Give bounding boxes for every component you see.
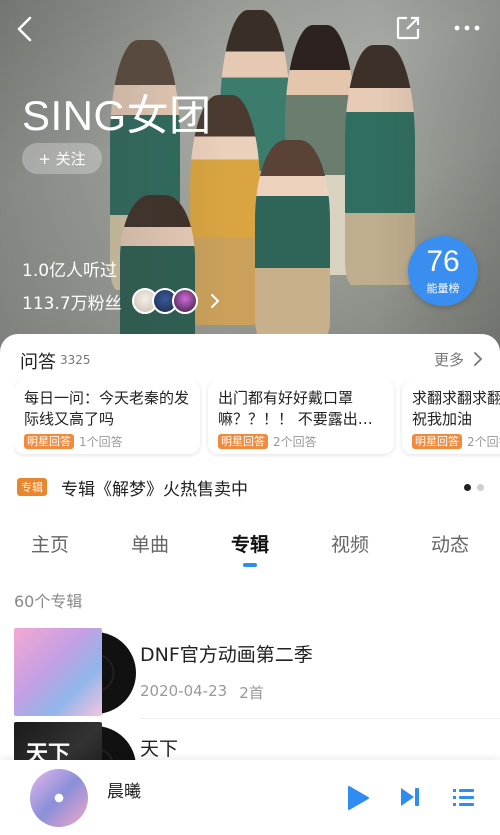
answer-count: 2个回答 (273, 435, 317, 449)
listener-count: 1.0亿人听过 (22, 261, 118, 281)
album-date: 2020-04-23 (140, 682, 228, 700)
star-answer-badge: 明星回答 (412, 434, 462, 449)
follow-button[interactable]: + 关注 (22, 143, 102, 174)
chevron-right-icon[interactable] (472, 351, 484, 367)
answer-count: 2个回答 (467, 435, 500, 449)
play-icon[interactable] (345, 784, 371, 812)
star-answer-badge: 明星回答 (24, 434, 74, 449)
rank-label: 能量榜 (426, 282, 460, 295)
qa-question: 每日一问：今天老秦的发际线又高了吗 (24, 389, 190, 428)
promo-tag: 专辑 (17, 478, 47, 496)
avatar (171, 288, 198, 314)
carousel-dot-active (464, 484, 471, 491)
qa-card[interactable]: 出门都有好好戴口罩嘛？？！！ 不要露出… 明星回答 2个回答 (208, 380, 394, 454)
qa-question: 出门都有好好戴口罩嘛？？！！ 不要露出… (218, 389, 373, 428)
album-cover (14, 628, 136, 716)
artist-tabs: 主页 单曲 专辑 视频 动态 (0, 518, 500, 574)
mini-player[interactable]: 晨曦 (0, 760, 500, 835)
active-tab-indicator (243, 563, 257, 567)
carousel-dot (477, 484, 484, 491)
qa-card[interactable]: 求翻求翻求翻求翻试了，祝我加油 明星回答 2个回答 (402, 380, 500, 454)
playlist-icon[interactable] (452, 785, 476, 809)
album-count: 60个专辑 (14, 592, 83, 611)
tab-home[interactable]: 主页 (10, 530, 90, 557)
qa-panel: 问答 3325 更多 每日一问：今天老秦的发际线又高了吗 明星回答 1个回答 出… (0, 334, 500, 518)
album-title: DNF官方动画第二季 (140, 644, 313, 666)
tab-feed[interactable]: 动态 (410, 530, 490, 557)
next-icon[interactable] (398, 785, 422, 809)
more-icon[interactable] (452, 14, 482, 42)
fan-avatars (131, 288, 198, 314)
qa-card[interactable]: 每日一问：今天老秦的发际线又高了吗 明星回答 1个回答 (14, 380, 200, 454)
promo-text: 专辑《解梦》火热售卖中 (61, 479, 248, 500)
artist-hero: SING女团 + 关注 1.0亿人听过 113.7万粉丝 76 能量榜 (0, 0, 500, 360)
qa-title: 问答 (20, 352, 56, 373)
divider (140, 718, 500, 719)
energy-rank-badge[interactable]: 76 能量榜 (408, 236, 478, 306)
qa-question: 求翻求翻求翻求翻试了，祝我加油 (412, 389, 500, 428)
chevron-right-icon (208, 292, 222, 310)
tab-albums[interactable]: 专辑 (210, 530, 290, 557)
carousel-indicator (458, 484, 484, 491)
album-promo-banner[interactable]: 专辑 专辑《解梦》火热售卖中 (17, 476, 248, 500)
album-track-count: 2首 (239, 684, 264, 702)
fans-count: 113.7万粉丝 (22, 293, 122, 314)
tab-singles[interactable]: 单曲 (110, 530, 190, 557)
back-icon[interactable] (12, 14, 38, 44)
artist-name: SING女团 (22, 92, 212, 139)
album-meta: 2020-04-23 2首 (140, 682, 264, 703)
album-title: 天下 (140, 738, 179, 760)
answer-count: 1个回答 (79, 435, 123, 449)
qa-card-list[interactable]: 每日一问：今天老秦的发际线又高了吗 明星回答 1个回答 出门都有好好戴口罩嘛？？… (14, 380, 500, 458)
share-icon[interactable] (394, 14, 422, 42)
tab-videos[interactable]: 视频 (310, 530, 390, 557)
qa-more-link[interactable]: 更多 (434, 349, 464, 370)
album-cover-art (14, 628, 102, 716)
star-answer-badge: 明星回答 (218, 434, 268, 449)
album-item[interactable]: DNF官方动画第二季 2020-04-23 2首 (0, 628, 500, 728)
rank-value: 76 (426, 245, 460, 278)
qa-count: 3325 (60, 353, 91, 367)
fans-row[interactable]: 113.7万粉丝 (22, 287, 222, 315)
now-playing-title: 晨曦 (107, 782, 141, 802)
now-playing-disc[interactable] (30, 769, 88, 827)
